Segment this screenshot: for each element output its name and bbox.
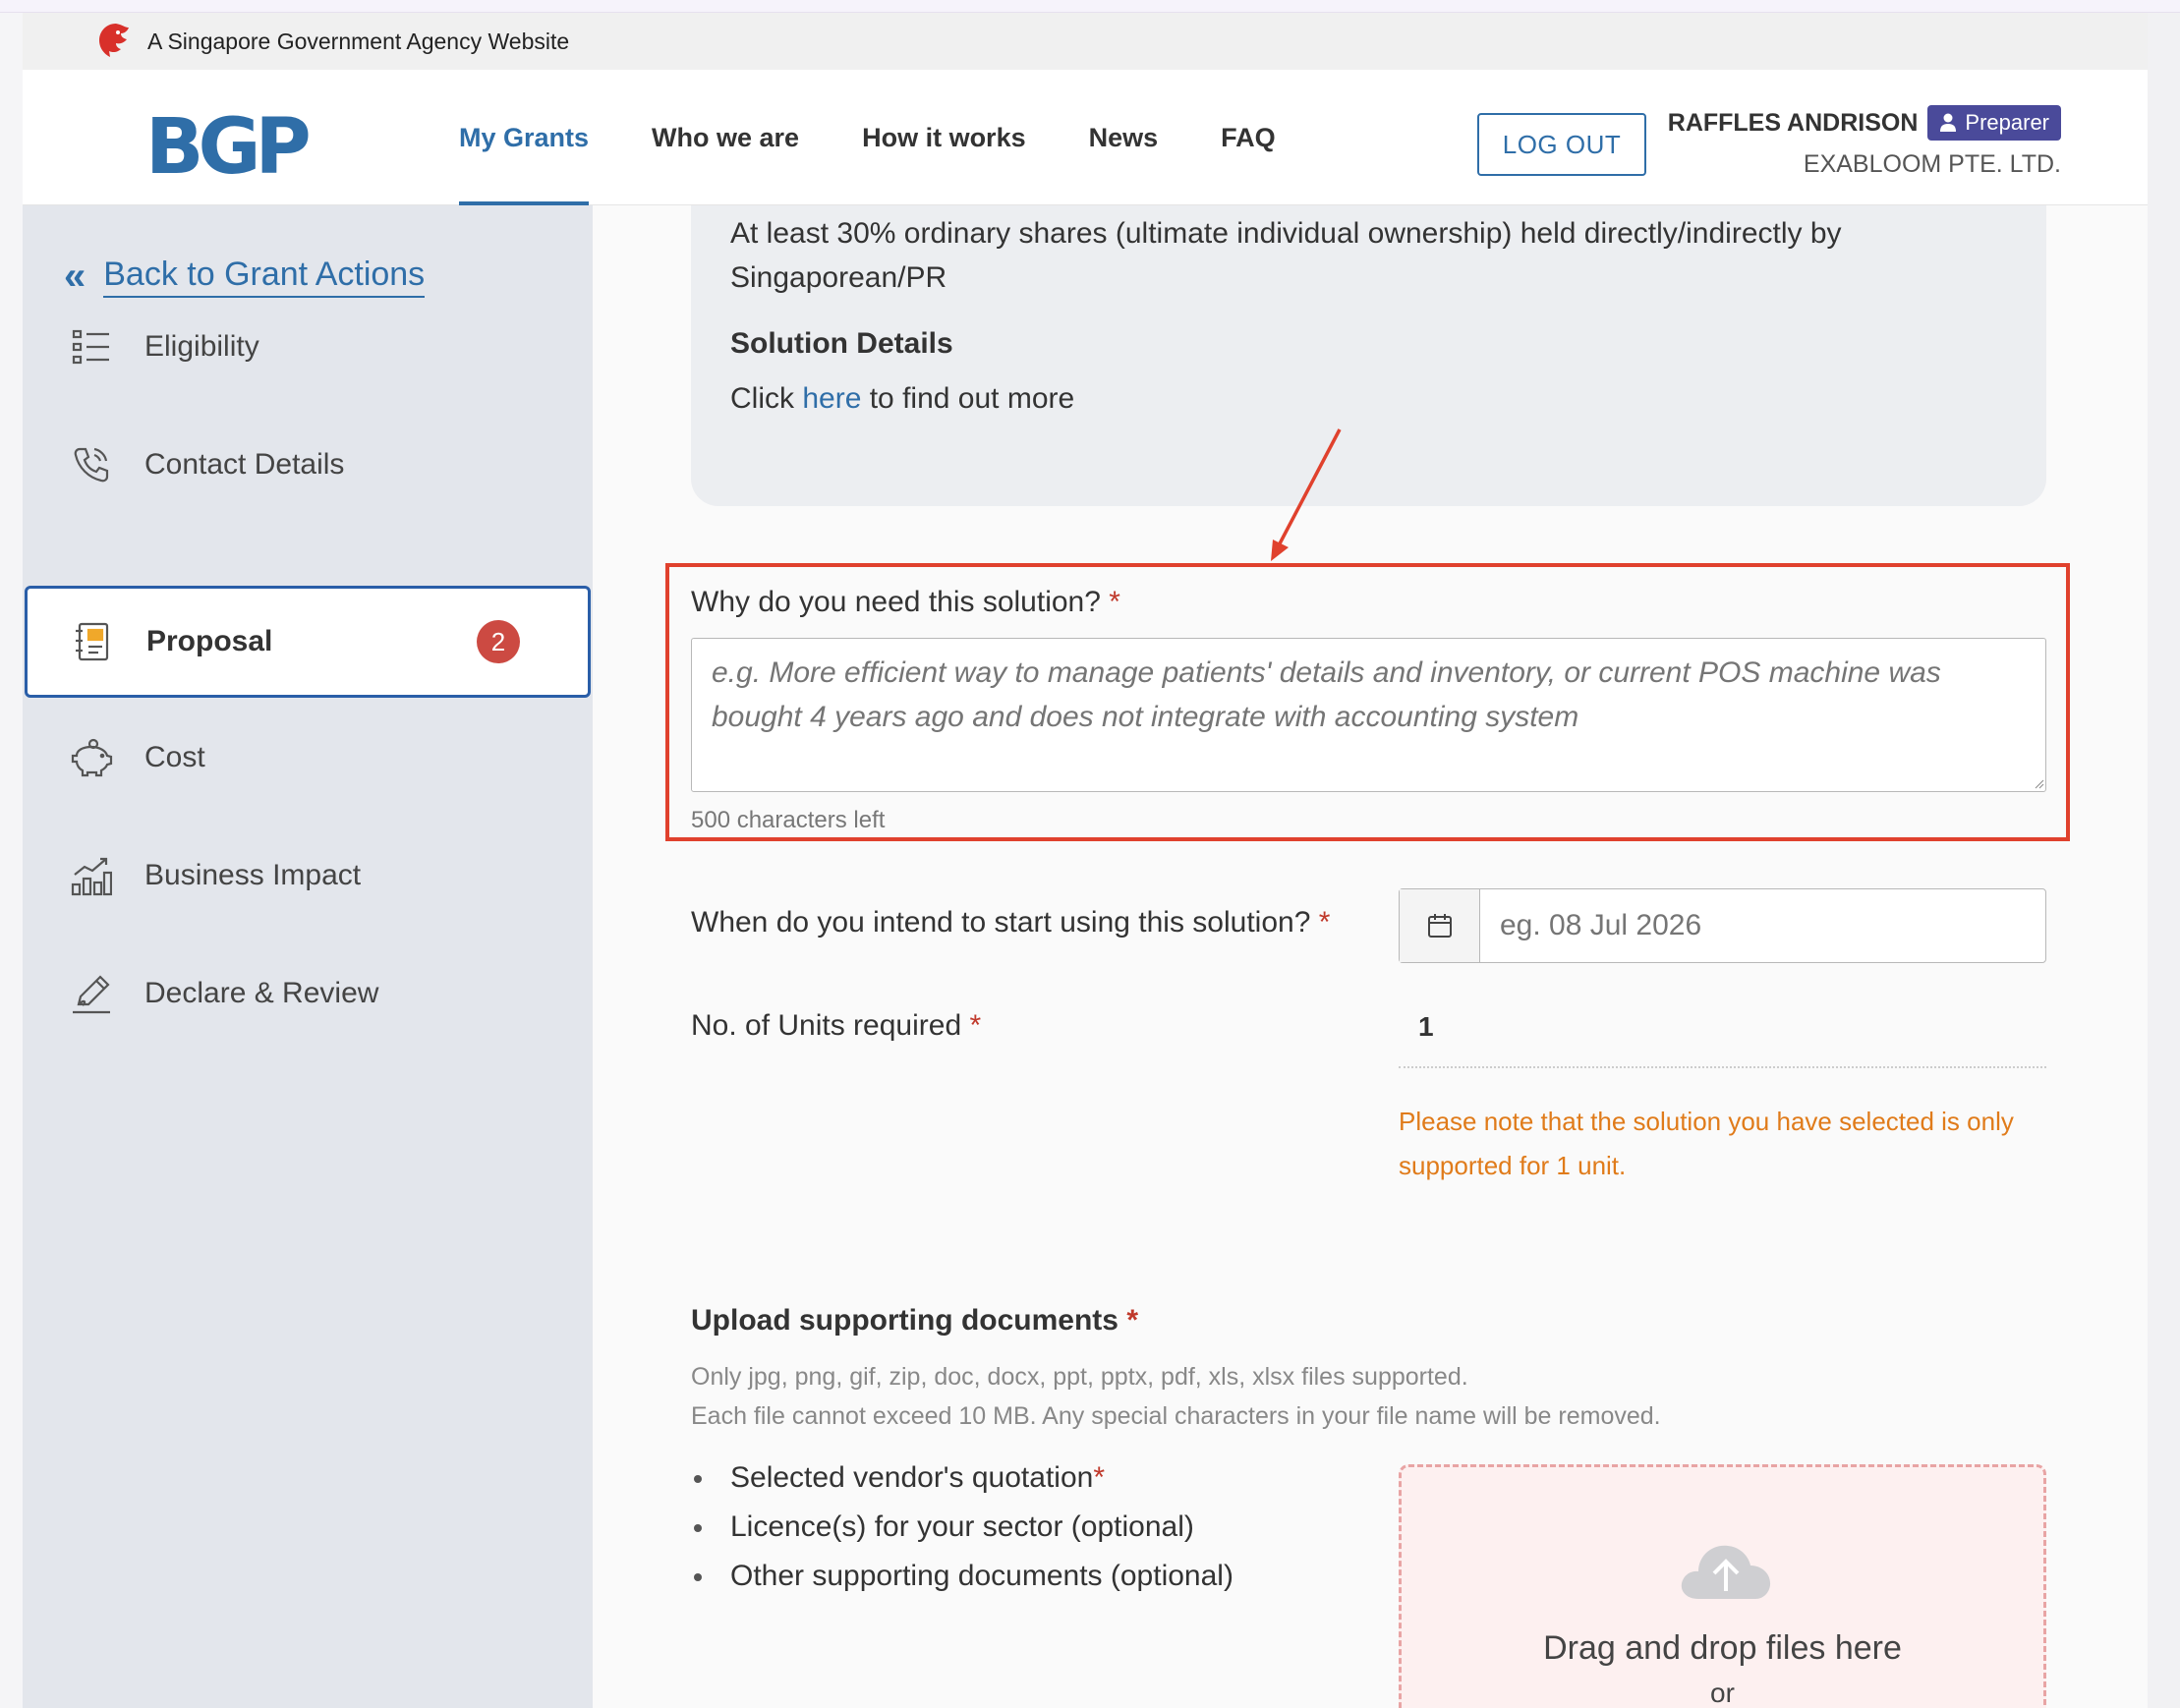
sidebar-item-label: Proposal: [146, 625, 273, 657]
sidebar-item-business-impact[interactable]: Business Impact: [23, 821, 593, 931]
list-item: Other supporting documents (optional): [691, 1552, 1233, 1601]
dropzone-or: or: [1710, 1678, 1735, 1708]
sidebar-item-label: Business Impact: [144, 859, 362, 891]
click-suffix: to find out more: [861, 382, 1075, 415]
list-item: Selected vendor's quotation*: [691, 1453, 1233, 1503]
required-mark: *: [1126, 1304, 1139, 1337]
piggy-bank-icon: [70, 736, 113, 779]
page-frame: A Singapore Government Agency Website BG…: [23, 13, 2148, 1708]
start-date-field: [1399, 888, 2046, 963]
required-mark: *: [1318, 906, 1331, 939]
nav-my-grants[interactable]: My Grants: [459, 70, 590, 205]
proposal-count-badge: 2: [477, 620, 520, 663]
notebook-icon: [72, 620, 115, 663]
sidebar-item-cost[interactable]: Cost: [23, 703, 593, 813]
nav-news[interactable]: News: [1089, 70, 1159, 205]
doc-item-label: Selected vendor's quotation: [730, 1461, 1094, 1494]
sidebar-item-label: Eligibility: [144, 330, 259, 363]
main-content: At least 30% ordinary shares (ultimate i…: [593, 205, 2148, 1708]
chart-icon: [70, 854, 113, 897]
main-nav: My Grants Who we are How it works News F…: [459, 70, 1339, 205]
file-dropzone[interactable]: Drag and drop files here or: [1399, 1464, 2046, 1708]
company-name: EXABLOOM PTE. LTD.: [1803, 150, 2061, 178]
units-label-text: No. of Units required: [691, 1009, 962, 1042]
upload-hint: Only jpg, png, gif, zip, doc, docx, ppt,…: [691, 1357, 1661, 1436]
chars-left-counter: 500 characters left: [691, 807, 886, 833]
required-docs-list: Selected vendor's quotation* Licence(s) …: [691, 1453, 1233, 1601]
start-date-label: When do you intend to start using this s…: [691, 906, 1330, 939]
units-label: No. of Units required *: [691, 1009, 981, 1043]
sidebar-item-proposal[interactable]: Proposal 2: [25, 586, 591, 698]
why-need-label: Why do you need this solution? *: [691, 586, 1120, 619]
role-badge: Preparer: [1927, 105, 2061, 141]
sidebar-item-label: Contact Details: [144, 448, 345, 481]
eligibility-info-card: At least 30% ordinary shares (ultimate i…: [691, 205, 2046, 506]
resize-grip-icon[interactable]: [2035, 779, 2044, 789]
logout-button[interactable]: LOG OUT: [1477, 113, 1646, 176]
solution-details-title: Solution Details: [730, 327, 953, 360]
sidebar-item-eligibility[interactable]: Eligibility: [23, 292, 593, 402]
upload-hint-line2: Each file cannot exceed 10 MB. Any speci…: [691, 1402, 1661, 1430]
list-item: Licence(s) for your sector (optional): [691, 1503, 1233, 1552]
upload-title: Upload supporting documents *: [691, 1304, 1138, 1338]
required-mark: *: [1093, 1461, 1106, 1494]
nav-how-it-works[interactable]: How it works: [862, 70, 1026, 205]
bgp-logo[interactable]: BGP: [145, 109, 312, 186]
units-underline: [1399, 1066, 2046, 1068]
sidebar-item-contact-details[interactable]: Contact Details: [23, 410, 593, 520]
phone-icon: [70, 443, 113, 486]
cloud-upload-icon: [1681, 1545, 1771, 1599]
start-date-label-text: When do you intend to start using this s…: [691, 906, 1311, 939]
required-mark: *: [1109, 586, 1120, 618]
gov-banner-text: A Singapore Government Agency Website: [147, 28, 570, 54]
upload-hint-line1: Only jpg, png, gif, zip, doc, docx, ppt,…: [691, 1363, 1468, 1391]
solution-details-line: Click here to find out more: [730, 382, 2007, 416]
nav-who-we-are[interactable]: Who we are: [652, 70, 799, 205]
sidebar-item-label: Declare & Review: [144, 977, 379, 1009]
sidebar: « Back to Grant Actions Eligibility Cont…: [23, 205, 593, 1708]
start-date-input[interactable]: [1480, 889, 2045, 962]
ownership-text: At least 30% ordinary shares (ultimate i…: [730, 217, 1842, 294]
site-header: BGP My Grants Who we are How it works Ne…: [23, 70, 2148, 205]
browser-top-strip: [0, 0, 2180, 13]
calendar-icon[interactable]: [1400, 889, 1480, 962]
pen-icon: [70, 972, 113, 1015]
sidebar-item-label: Cost: [144, 741, 205, 773]
sidebar-item-declare-review[interactable]: Declare & Review: [23, 939, 593, 1049]
units-value: 1: [1418, 1011, 1434, 1042]
dropzone-text: Drag and drop files here: [1543, 1629, 1902, 1667]
page-gutter: [2148, 13, 2180, 1708]
units-warning-note: Please note that the solution you have s…: [1399, 1107, 2014, 1180]
required-mark: *: [969, 1009, 982, 1042]
lion-head-icon: [99, 24, 129, 57]
list-icon: [70, 325, 113, 369]
upload-title-text: Upload supporting documents: [691, 1304, 1119, 1337]
role-label: Preparer: [1965, 110, 2049, 135]
why-need-label-text: Why do you need this solution?: [691, 586, 1101, 618]
here-link[interactable]: here: [802, 382, 861, 415]
user-name: RAFFLES ANDRISON: [1667, 108, 1919, 137]
user-info: RAFFLES ANDRISON Preparer EXABLOOM PTE. …: [1668, 105, 2061, 179]
gov-banner: A Singapore Government Agency Website: [23, 13, 2148, 70]
nav-faq[interactable]: FAQ: [1221, 70, 1276, 205]
why-need-textarea[interactable]: [691, 638, 2046, 792]
person-icon: [1940, 113, 1957, 132]
click-prefix: Click: [730, 382, 803, 415]
